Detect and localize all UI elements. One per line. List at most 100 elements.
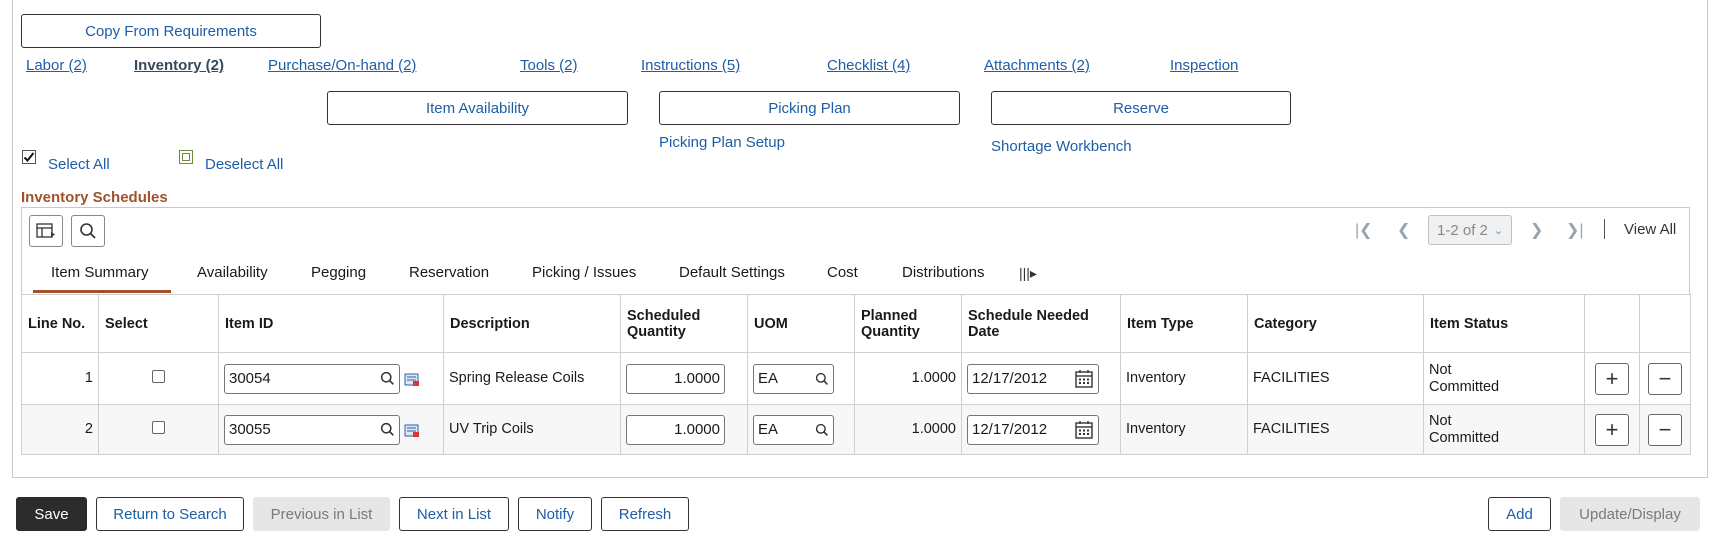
item-id-input[interactable]: 30054 — [224, 363, 400, 394]
next-page-icon[interactable]: ❯ — [1530, 220, 1543, 240]
schedule-needed-date-input[interactable]: 12/17/2012 — [967, 414, 1099, 445]
search-icon[interactable] — [380, 422, 395, 437]
calendar-icon[interactable] — [1074, 369, 1094, 389]
deselect-all-check-icon[interactable] — [179, 150, 193, 164]
plus-icon: + — [1605, 417, 1619, 442]
tab-picking-issues[interactable]: Picking / Issues — [532, 264, 636, 281]
tab-item-summary[interactable]: Item Summary — [51, 264, 149, 281]
plus-icon: + — [1605, 366, 1619, 391]
tab-default-settings[interactable]: Default Settings — [679, 264, 785, 281]
tab-distributions[interactable]: Distributions — [902, 264, 985, 281]
pager-select[interactable]: 1-2 of 2 ⌄ — [1428, 215, 1512, 245]
reserve-button[interactable]: Reserve — [991, 91, 1291, 125]
last-page-icon[interactable]: ❯| — [1566, 220, 1584, 240]
tab-cost[interactable]: Cost — [827, 264, 858, 281]
item-id-input[interactable]: 30055 — [224, 414, 400, 445]
minus-icon: − — [1658, 366, 1672, 391]
tab-checklist[interactable]: Checklist (4) — [827, 57, 910, 74]
shortage-workbench-link[interactable]: Shortage Workbench — [991, 138, 1132, 155]
tab-availability[interactable]: Availability — [197, 264, 268, 281]
add-row-button[interactable]: + — [1595, 362, 1629, 395]
item-detail-icon[interactable] — [404, 422, 420, 438]
col-delete — [1639, 294, 1691, 353]
add-button[interactable]: Add — [1488, 497, 1551, 531]
tab-attachments[interactable]: Attachments (2) — [984, 57, 1090, 74]
uom-input[interactable]: EA — [753, 363, 834, 394]
deselect-all-link[interactable]: Deselect All — [205, 156, 283, 173]
col-uom: UOM — [747, 294, 855, 353]
grid-settings-icon — [36, 223, 55, 238]
view-all-link[interactable]: View All — [1624, 221, 1676, 238]
minus-icon: − — [1658, 417, 1672, 442]
category: FACILITIES — [1247, 352, 1424, 405]
col-item-type: Item Type — [1120, 294, 1248, 353]
return-to-search-button[interactable]: Return to Search — [96, 497, 244, 531]
col-line-no: Line No. — [21, 294, 99, 353]
table-header-row: Line No. Select Item ID Description Sche… — [21, 294, 1691, 353]
personalize-grid-button[interactable] — [29, 215, 63, 247]
line-no: 1 — [21, 352, 99, 405]
find-in-grid-button[interactable] — [71, 215, 105, 247]
calendar-icon[interactable] — [1074, 420, 1094, 440]
active-tab-underline — [33, 290, 171, 293]
table-row: 1 30054 Spring Release Coils 1.0000 EA 1… — [21, 352, 1691, 405]
uom-input[interactable]: EA — [753, 414, 834, 445]
item-detail-icon[interactable] — [404, 371, 420, 387]
item-status: Not Committed — [1423, 404, 1585, 455]
col-scheduled-quantity: Scheduled Quantity — [620, 294, 748, 353]
tab-instructions[interactable]: Instructions (5) — [641, 57, 740, 74]
select-all-check-icon[interactable] — [22, 150, 36, 164]
copy-from-requirements-button[interactable]: Copy From Requirements — [21, 14, 321, 48]
scheduled-quantity-input[interactable]: 1.0000 — [626, 414, 725, 445]
pager-value: 1-2 of 2 — [1437, 221, 1488, 239]
planned-quantity: 1.0000 — [854, 404, 962, 455]
col-planned-quantity: Planned Quantity — [854, 294, 962, 353]
first-page-icon[interactable]: |❮ — [1355, 220, 1373, 240]
search-icon — [80, 223, 96, 239]
tab-labor[interactable]: Labor (2) — [26, 57, 87, 74]
inventory-schedules-table: Line No. Select Item ID Description Sche… — [21, 294, 1691, 455]
previous-in-list-button[interactable]: Previous in List — [253, 497, 390, 531]
tab-tools[interactable]: Tools (2) — [520, 57, 578, 74]
add-row-button[interactable]: + — [1595, 413, 1629, 446]
tab-inventory[interactable]: Inventory (2) — [134, 57, 224, 74]
col-description: Description — [443, 294, 621, 353]
col-item-status: Item Status — [1423, 294, 1585, 353]
inventory-schedules-title: Inventory Schedules — [21, 189, 168, 206]
next-in-list-button[interactable]: Next in List — [399, 497, 509, 531]
row-select-checkbox[interactable] — [152, 420, 165, 434]
select-all-link[interactable]: Select All — [48, 156, 110, 173]
item-type: Inventory — [1120, 404, 1248, 455]
pager-divider — [1604, 219, 1605, 239]
row-select-checkbox[interactable] — [152, 369, 165, 383]
delete-row-button[interactable]: − — [1648, 362, 1682, 395]
chevron-down-icon: ⌄ — [1493, 224, 1504, 237]
scheduled-quantity-input[interactable]: 1.0000 — [626, 363, 725, 394]
show-all-columns-icon[interactable]: |||▸ — [1019, 265, 1037, 282]
search-icon[interactable] — [380, 371, 395, 386]
category: FACILITIES — [1247, 404, 1424, 455]
tab-pegging[interactable]: Pegging — [311, 264, 366, 281]
tab-reservation[interactable]: Reservation — [409, 264, 489, 281]
description: UV Trip Coils — [443, 404, 621, 455]
schedule-needed-date-input[interactable]: 12/17/2012 — [967, 363, 1099, 394]
col-schedule-needed-date: Schedule Needed Date — [961, 294, 1121, 353]
previous-page-icon[interactable]: ❮ — [1397, 220, 1410, 240]
search-icon[interactable] — [815, 372, 829, 386]
save-button[interactable]: Save — [16, 497, 87, 531]
item-type: Inventory — [1120, 352, 1248, 405]
refresh-button[interactable]: Refresh — [601, 497, 689, 531]
col-category: Category — [1247, 294, 1424, 353]
table-row: 2 30055 UV Trip Coils 1.0000 EA 1.0000 1… — [21, 404, 1691, 455]
tab-inspection[interactable]: Inspection — [1170, 57, 1238, 74]
notify-button[interactable]: Notify — [518, 497, 592, 531]
delete-row-button[interactable]: − — [1648, 413, 1682, 446]
picking-plan-setup-link[interactable]: Picking Plan Setup — [659, 134, 785, 151]
update-display-button[interactable]: Update/Display — [1560, 497, 1700, 531]
tab-purchase-on-hand[interactable]: Purchase/On-hand (2) — [268, 57, 416, 74]
item-availability-button[interactable]: Item Availability — [327, 91, 628, 125]
planned-quantity: 1.0000 — [854, 352, 962, 405]
picking-plan-button[interactable]: Picking Plan — [659, 91, 960, 125]
search-icon[interactable] — [815, 423, 829, 437]
col-add — [1584, 294, 1640, 353]
